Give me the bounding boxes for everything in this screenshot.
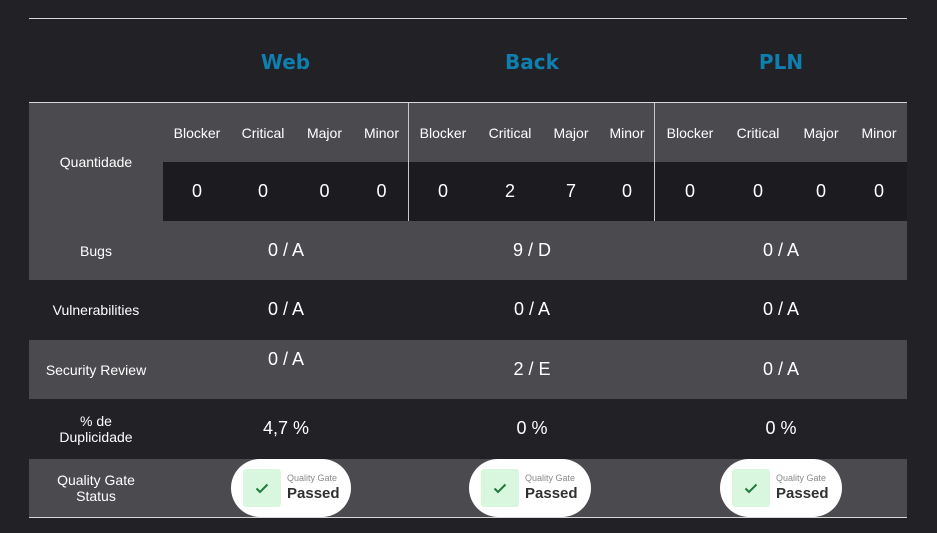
row-label-security-review: Security Review xyxy=(45,361,147,378)
security-review-back: 2 / E xyxy=(513,359,551,379)
vulnerabilities-web: 0 / A xyxy=(267,299,305,319)
pln-count-major: 0 xyxy=(815,181,826,201)
row-label-quality-gate: Quality Gate Status xyxy=(29,459,163,517)
vulnerabilities-pln: 0 / A xyxy=(762,299,800,319)
project-title-web: Web xyxy=(260,50,311,74)
pln-severity-major: Major xyxy=(803,124,839,141)
row-label-duplicidade-line2: Duplicidade xyxy=(59,428,133,445)
back-count-major: 7 xyxy=(565,181,576,201)
row-label-duplicidade: % de Duplicidade xyxy=(29,399,163,458)
web-severity-blocker: Blocker xyxy=(173,124,221,141)
pln-severity-critical: Critical xyxy=(736,124,780,141)
top-divider xyxy=(29,18,907,19)
quality-gate-badge-web: Quality Gate Passed xyxy=(231,459,351,517)
vulnerabilities-back: 0 / A xyxy=(513,299,551,319)
pln-count-blocker: 0 xyxy=(684,181,695,201)
duplicidade-pln: 0 % xyxy=(765,418,797,438)
web-count-major: 0 xyxy=(319,181,330,201)
web-count-minor: 0 xyxy=(376,181,387,201)
quality-gate-label: Quality Gate xyxy=(525,472,576,483)
bugs-pln: 0 / A xyxy=(762,240,800,260)
duplicidade-back: 0 % xyxy=(516,418,548,438)
quality-gate-badge-back: Quality Gate Passed xyxy=(469,459,591,517)
row-label-quality-gate-line2: Status xyxy=(76,488,116,504)
back-count-blocker: 0 xyxy=(437,181,448,201)
row-label-quantidade: Quantidade xyxy=(59,154,133,170)
back-count-minor: 0 xyxy=(621,181,632,201)
quality-gate-status: Passed xyxy=(776,484,829,502)
check-icon xyxy=(732,469,770,507)
quality-gate-badge-pln: Quality Gate Passed xyxy=(720,459,842,517)
quality-gate-label: Quality Gate xyxy=(287,472,338,483)
back-count-critical: 2 xyxy=(504,181,515,201)
quality-gate-status: Passed xyxy=(287,484,340,502)
web-severity-critical: Critical xyxy=(241,124,285,141)
pln-count-minor: 0 xyxy=(873,181,884,201)
duplicidade-web: 4,7 % xyxy=(262,418,310,438)
project-title-pln: PLN xyxy=(758,50,804,74)
bugs-web: 0 / A xyxy=(267,240,305,260)
bugs-back: 9 / D xyxy=(512,240,551,260)
web-severity-major: Major xyxy=(306,124,342,141)
pln-severity-blocker: Blocker xyxy=(666,124,714,141)
column-separator-back-pln xyxy=(654,103,655,221)
security-review-web: 0 / A xyxy=(267,349,305,369)
web-severity-minor: Minor xyxy=(363,124,399,141)
check-icon xyxy=(243,469,281,507)
web-count-blocker: 0 xyxy=(191,181,202,201)
pln-count-critical: 0 xyxy=(752,181,763,201)
project-title-back: Back xyxy=(505,50,559,74)
back-severity-blocker: Blocker xyxy=(419,124,467,141)
row-label-bugs: Bugs xyxy=(80,242,112,259)
row-label-vulnerabilities: Vulnerabilities xyxy=(52,301,140,318)
row-label-duplicidade-line1: % de xyxy=(80,412,112,429)
pln-severity-minor: Minor xyxy=(861,124,897,141)
check-icon xyxy=(481,469,519,507)
back-severity-critical: Critical xyxy=(488,124,532,141)
row-label-quality-gate-line1: Quality Gate xyxy=(57,472,135,488)
quality-gate-label: Quality Gate xyxy=(776,472,827,483)
quality-gate-status: Passed xyxy=(525,484,578,502)
back-severity-major: Major xyxy=(553,124,589,141)
web-count-critical: 0 xyxy=(257,181,268,201)
column-separator-web-back xyxy=(408,103,409,221)
bottom-divider xyxy=(29,517,907,518)
security-review-pln: 0 / A xyxy=(762,359,800,379)
back-severity-minor: Minor xyxy=(609,124,645,141)
